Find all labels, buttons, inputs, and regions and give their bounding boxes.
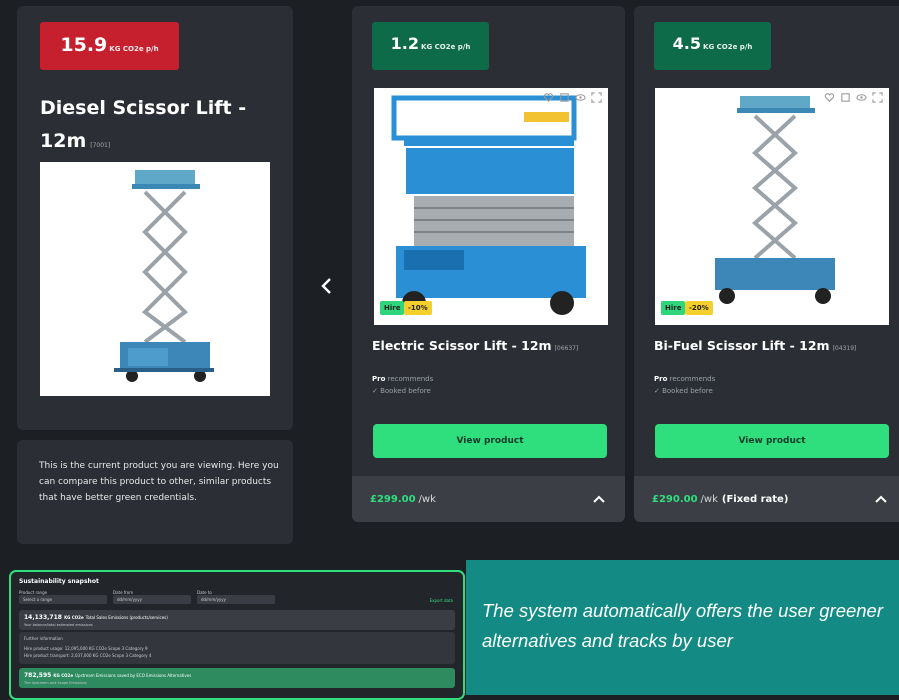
price-period: /wk (700, 493, 718, 505)
co2-unit: KG CO2e p/h (421, 43, 471, 51)
product-code: [7001] (90, 142, 111, 149)
caption-panel: The system automatically offers the user… (466, 560, 899, 695)
recommendation: Pro recommends ✓ Booked before (372, 373, 433, 397)
filter-value: dd/mm/yyyy (117, 597, 143, 602)
co2-badge-alt-1: 1.2 KG CO2e p/h (372, 22, 489, 70)
heart-add-icon[interactable] (543, 92, 554, 103)
expand-icon[interactable] (872, 92, 883, 103)
saved-emissions-row: 782,595 KG CO2e Upstream Emissions saved… (19, 668, 455, 688)
rec-text: recommends (387, 375, 434, 383)
alternative-card-bifuel: 4.5 KG CO2e p/h Hire -20% Bi-Fuel Scisso… (634, 6, 899, 522)
rec-text: recommends (669, 375, 716, 383)
saved-desc: Upstream Emissions saved by ECO Emission… (75, 673, 192, 678)
total-desc: Total Sales Emissions (products/services… (85, 615, 168, 620)
saved-emissions: 782,595 KG CO2e Upstream Emissions saved… (24, 672, 191, 679)
total-value: 14,133,718 (24, 614, 62, 621)
hire-tag: Hire (661, 301, 686, 315)
discount-tag: -20% (685, 301, 713, 315)
title-line-1: Diesel Scissor Lift - (40, 97, 247, 119)
total-unit: KG CO2e (64, 615, 84, 620)
price-value: £290.00 (652, 493, 698, 505)
filter-product-range[interactable]: Product range Select a range (19, 590, 107, 604)
total-sub: Your balance/total estimated emissions (24, 623, 93, 627)
co2-value: 15.9 (60, 34, 108, 56)
current-product-title: Diesel Scissor Lift - 12m [7001] (40, 92, 246, 162)
info-panel: This is the current product you are view… (17, 440, 293, 544)
filter-value: dd/mm/yyyy (201, 597, 227, 602)
product-title[interactable]: Bi-Fuel Scissor Lift - 12m [04319] (654, 338, 856, 353)
usage-line: Hire product usage: 12,095,000 KG CO2e S… (24, 646, 148, 651)
expand-icon[interactable] (591, 92, 602, 103)
title-line-2: 12m (40, 130, 87, 152)
filter-date-to[interactable]: Date to dd/mm/yyyy (197, 590, 275, 604)
info-text: This is the current product you are view… (39, 461, 279, 503)
co2-unit: KG CO2e p/h (109, 45, 159, 53)
compare-icon[interactable] (559, 92, 570, 103)
rec-brand: Pro (654, 375, 668, 383)
hire-tag: Hire (380, 301, 405, 315)
price-value: £299.00 (370, 493, 416, 505)
alternative-card-electric: 1.2 KG CO2e p/h Hire -10% Electric Sciss… (352, 6, 625, 522)
eye-icon[interactable] (575, 92, 586, 103)
chevron-up-icon[interactable] (591, 491, 607, 507)
view-product-button[interactable]: View product (655, 424, 889, 458)
total-emissions: 14,133,718 KG CO2e Total Sales Emissions… (24, 614, 168, 621)
chevron-left-icon (321, 278, 331, 294)
price-footer: £299.00 /wk (352, 476, 625, 522)
sustainability-snapshot-panel: Sustainability snapshot Product range Se… (9, 570, 465, 700)
rec-brand: Pro (372, 375, 386, 383)
image-action-icons (824, 92, 883, 103)
co2-value: 4.5 (672, 34, 702, 53)
heart-add-icon[interactable] (824, 92, 835, 103)
booked-before: ✓ Booked before (372, 387, 431, 395)
saved-unit: KG CO2e (53, 673, 74, 678)
product-title-text: Bi-Fuel Scissor Lift - 12m (654, 338, 830, 353)
image-action-icons (543, 92, 602, 103)
discount-tag: -10% (404, 301, 432, 315)
further-info-row[interactable]: Further information Hire product usage: … (19, 632, 455, 664)
product-code: [04319] (832, 345, 857, 352)
further-info-label: Further information (24, 636, 63, 641)
fixed-rate-label: (Fixed rate) (721, 493, 789, 505)
carousel-prev-button[interactable] (317, 276, 337, 296)
eye-icon[interactable] (856, 92, 867, 103)
product-image-diesel-lift (40, 162, 270, 396)
co2-value: 1.2 (390, 34, 420, 53)
view-product-button[interactable]: View product (373, 424, 607, 458)
product-code: [06637] (554, 345, 579, 352)
co2-unit: KG CO2e p/h (703, 43, 753, 51)
filter-value: Select a range (23, 597, 52, 602)
co2-badge-current: 15.9 KG CO2e p/h (40, 22, 179, 70)
chevron-up-icon[interactable] (873, 491, 889, 507)
product-title[interactable]: Electric Scissor Lift - 12m [06637] (372, 338, 578, 353)
product-image-bifuel-lift: Hire -20% (655, 88, 889, 325)
saved-value: 782,595 (24, 672, 52, 679)
price-period: /wk (418, 493, 436, 505)
product-image-electric-lift: Hire -10% (374, 88, 608, 325)
caption-text: The system automatically offers the user… (482, 600, 884, 651)
compare-icon[interactable] (840, 92, 851, 103)
recommendation: Pro recommends ✓ Booked before (654, 373, 715, 397)
export-data-link[interactable]: Export data (430, 598, 453, 603)
price-footer: £290.00 /wk (Fixed rate) (634, 476, 899, 522)
total-emissions-row: 14,133,718 KG CO2e Total Sales Emissions… (19, 610, 455, 630)
saved-sub: The Upstream and Scope Emissions (24, 681, 87, 685)
snapshot-title: Sustainability snapshot (19, 578, 99, 585)
co2-badge-alt-2: 4.5 KG CO2e p/h (654, 22, 771, 70)
transport-line: Hire product transport: 2,037,000 KG CO2… (24, 653, 152, 658)
current-product-card: 15.9 KG CO2e p/h Diesel Scissor Lift - 1… (17, 6, 293, 430)
filter-date-from[interactable]: Date from dd/mm/yyyy (113, 590, 191, 604)
product-title-text: Electric Scissor Lift - 12m (372, 338, 552, 353)
booked-before: ✓ Booked before (654, 387, 713, 395)
